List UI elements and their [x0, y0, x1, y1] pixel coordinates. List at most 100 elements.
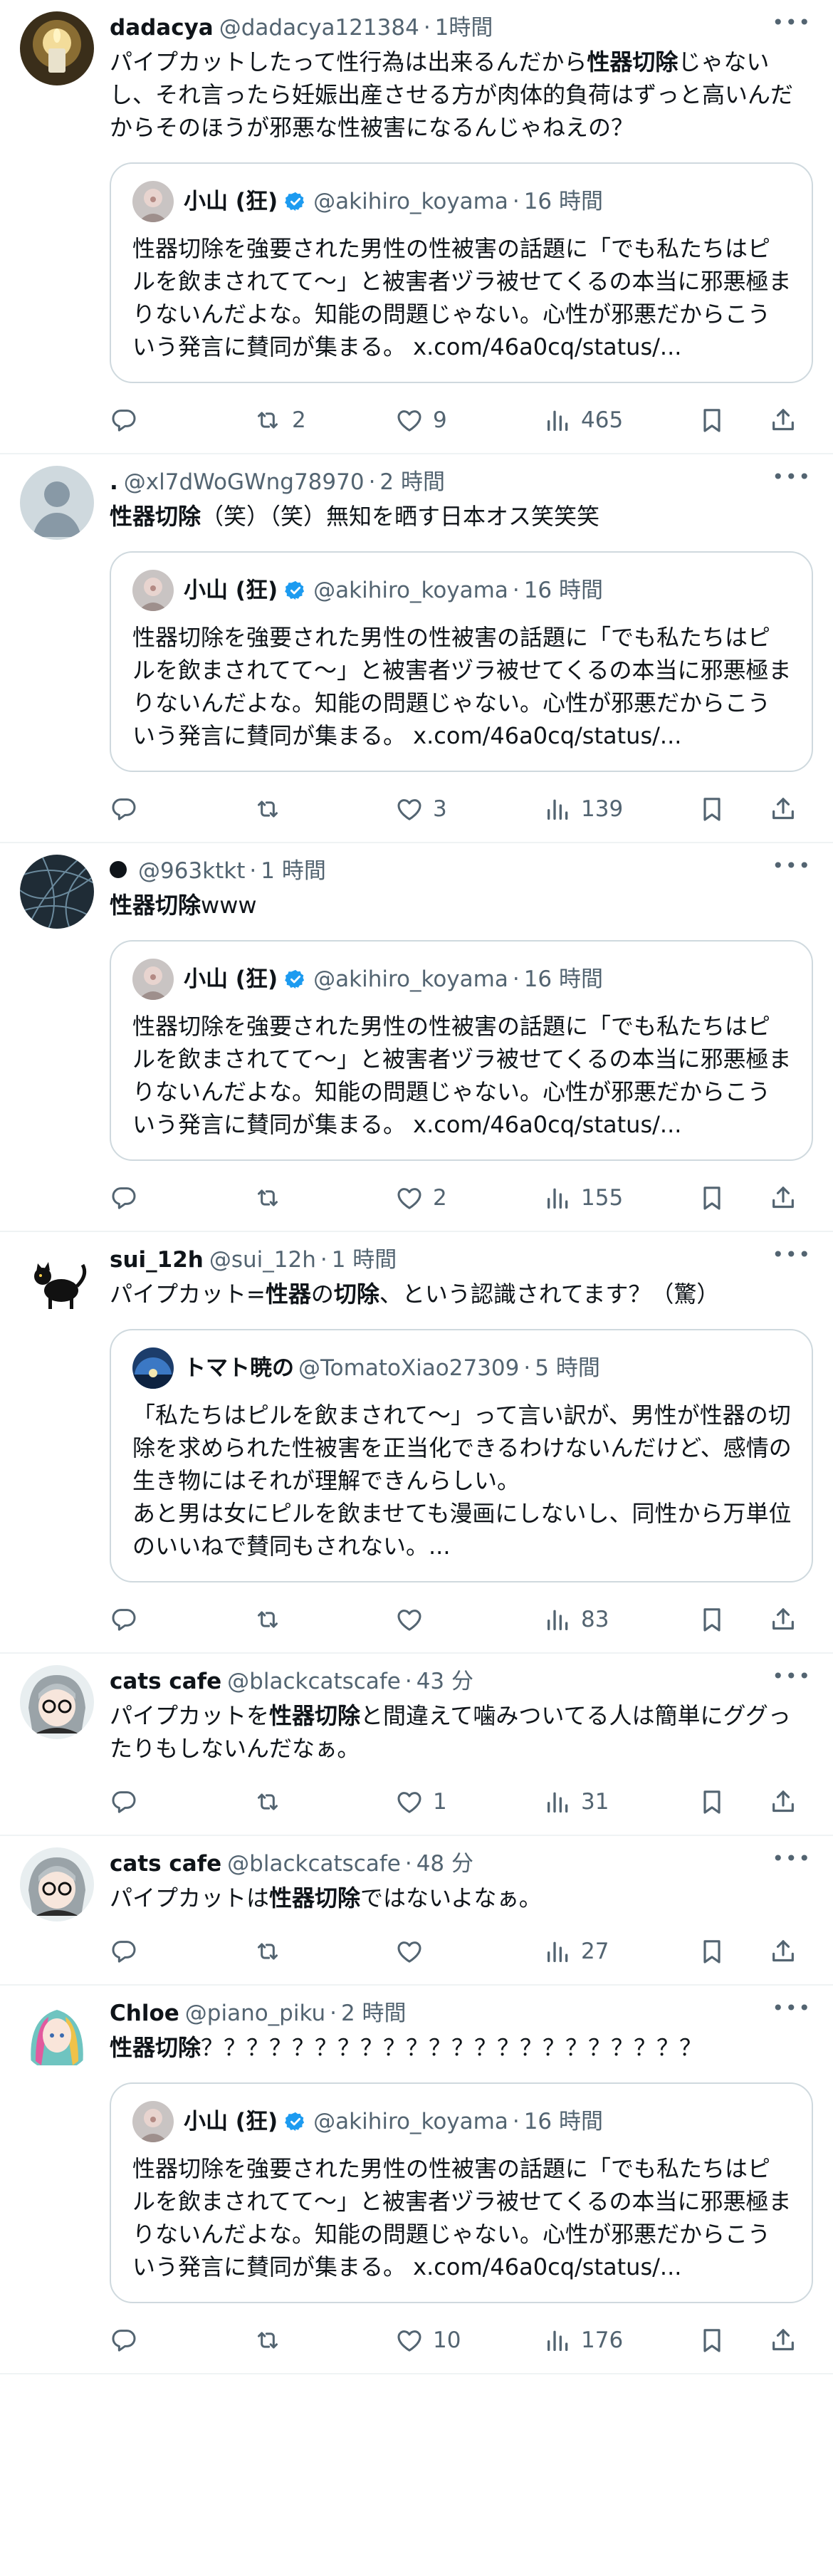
like-button[interactable]: 1	[394, 1788, 544, 1816]
display-name[interactable]: dadacya	[110, 11, 214, 44]
display-name[interactable]: cats cafe	[110, 1847, 221, 1880]
display-name[interactable]: sui_12h	[110, 1243, 204, 1276]
reply-button[interactable]	[110, 1937, 252, 1966]
text-segment: パイプカットは	[110, 1884, 270, 1912]
quoted-timestamp: 5 時間	[535, 1355, 600, 1381]
display-name[interactable]: .	[110, 466, 118, 499]
more-options-icon[interactable]: •••	[772, 467, 812, 487]
reply-button[interactable]	[110, 2326, 252, 2355]
user-handle[interactable]: @963ktkt	[138, 855, 245, 887]
timestamp[interactable]: 2 時間	[341, 1997, 407, 2030]
tweet[interactable]: ••• cats cafe @blackcatscafe · 43 分 パイプカ…	[0, 1654, 833, 1836]
like-button[interactable]	[394, 1937, 544, 1966]
bookmark-button[interactable]	[698, 1184, 769, 1212]
anime-avatar[interactable]	[20, 1847, 94, 1921]
like-button[interactable]	[394, 1605, 544, 1634]
timestamp[interactable]: 1 時間	[332, 1243, 397, 1276]
more-options-icon[interactable]: •••	[772, 1245, 812, 1265]
quoted-tweet-header: 小山 (狂) @akihiro_koyama · 16 時間	[132, 181, 792, 222]
bookmark-button[interactable]	[698, 1937, 769, 1966]
default-avatar[interactable]	[20, 466, 94, 540]
reply-button[interactable]	[110, 406, 252, 434]
bookmark-button[interactable]	[698, 1788, 769, 1816]
repost-button[interactable]	[252, 2326, 394, 2355]
timestamp[interactable]: 48 分	[416, 1847, 473, 1880]
user-handle[interactable]: @dadacya121384	[219, 11, 419, 44]
share-button[interactable]	[769, 1184, 812, 1212]
timestamp[interactable]: 1時間	[435, 11, 493, 44]
repost-button[interactable]	[252, 1184, 394, 1212]
quoted-tweet[interactable]: 小山 (狂) @akihiro_koyama · 16 時間 性器切除を強要され…	[110, 162, 813, 383]
bookmark-button[interactable]	[698, 406, 769, 434]
views-button[interactable]: 155	[544, 1184, 698, 1212]
share-button[interactable]	[769, 1937, 812, 1966]
bookmark-button[interactable]	[698, 2326, 769, 2355]
views-button[interactable]: 176	[544, 2326, 698, 2355]
repost-button[interactable]	[252, 1605, 394, 1634]
bookmark-button[interactable]	[698, 1605, 769, 1634]
user-handle[interactable]: @xl7dWoGWng78970	[124, 466, 365, 499]
tweet[interactable]: ••• cats cafe @blackcatscafe · 48 分 パイプカ…	[0, 1836, 833, 1986]
repost-count: 2	[292, 407, 306, 433]
timestamp[interactable]: 43 分	[416, 1665, 473, 1698]
more-options-icon[interactable]: •••	[772, 1998, 812, 2018]
like-count: 3	[433, 796, 447, 822]
tweet[interactable]: ••• @963ktkt · 1 時間 性器切除www 小山 (狂) @akih…	[0, 843, 833, 1232]
views-button[interactable]: 139	[544, 795, 698, 823]
views-button[interactable]: 83	[544, 1605, 698, 1634]
chloe-avatar[interactable]	[20, 1997, 94, 2071]
views-button[interactable]: 27	[544, 1937, 698, 1966]
heart-icon	[394, 795, 424, 823]
user-handle[interactable]: @piano_piku	[185, 1997, 325, 2030]
display-name[interactable]: Chloe	[110, 1997, 179, 2030]
reply-button[interactable]	[110, 795, 252, 823]
user-handle[interactable]: @sui_12h	[209, 1243, 316, 1276]
share-button[interactable]	[769, 406, 812, 434]
user-handle[interactable]: @blackcatscafe	[227, 1847, 401, 1880]
tweet[interactable]: ••• sui_12h @sui_12h · 1 時間 パイプカット=性器の切除…	[0, 1232, 833, 1654]
more-options-icon[interactable]: •••	[772, 856, 812, 876]
cat-avatar[interactable]	[20, 1243, 94, 1318]
wire-avatar[interactable]	[20, 855, 94, 929]
more-options-icon[interactable]: •••	[772, 1849, 812, 1869]
share-button[interactable]	[769, 2326, 812, 2355]
quoted-tweet[interactable]: トマト暁の @TomatoXiao27309 · 5 時間 「私たちはピルを飲ま…	[110, 1329, 813, 1582]
more-options-icon[interactable]: •••	[772, 13, 812, 33]
more-options-icon[interactable]: •••	[772, 1667, 812, 1686]
tweet[interactable]: ••• Chloe @piano_piku · 2 時間 性器切除？？？？？？？…	[0, 1986, 833, 2374]
repost-button[interactable]: 2	[252, 406, 394, 434]
quoted-tweet[interactable]: 小山 (狂) @akihiro_koyama · 16 時間 性器切除を強要され…	[110, 551, 813, 772]
repost-button[interactable]	[252, 795, 394, 823]
candle-avatar[interactable]	[20, 11, 94, 85]
share-icon	[769, 2326, 797, 2355]
reply-button[interactable]	[110, 1605, 252, 1634]
tweet[interactable]: ••• dadacya @dadacya121384 · 1時間 パイプカットし…	[0, 0, 833, 454]
separator-dot: ·	[404, 1851, 412, 1877]
share-button[interactable]	[769, 1788, 812, 1816]
like-button[interactable]: 2	[394, 1184, 544, 1212]
tweet[interactable]: ••• . @xl7dWoGWng78970 · 2 時間 性器切除（笑）（笑）…	[0, 454, 833, 843]
views-button[interactable]: 31	[544, 1788, 698, 1816]
repost-button[interactable]	[252, 1788, 394, 1816]
like-button[interactable]: 9	[394, 406, 544, 434]
bar-chart-icon	[544, 1605, 572, 1634]
like-button[interactable]: 10	[394, 2326, 544, 2355]
reply-button[interactable]	[110, 1184, 252, 1212]
timestamp[interactable]: 1 時間	[261, 855, 326, 887]
like-button[interactable]: 3	[394, 795, 544, 823]
views-button[interactable]: 465	[544, 406, 698, 434]
quoted-tweet[interactable]: 小山 (狂) @akihiro_koyama · 16 時間 性器切除を強要され…	[110, 2082, 813, 2303]
anime-avatar[interactable]	[20, 1665, 94, 1739]
bookmark-icon	[698, 1788, 726, 1816]
bookmark-button[interactable]	[698, 795, 769, 823]
repost-button[interactable]	[252, 1937, 394, 1966]
timestamp[interactable]: 2 時間	[379, 466, 445, 499]
tweet-header: @963ktkt · 1 時間	[110, 855, 813, 887]
quoted-tweet-header: トマト暁の @TomatoXiao27309 · 5 時間	[132, 1347, 792, 1389]
user-handle[interactable]: @blackcatscafe	[227, 1665, 401, 1698]
share-button[interactable]	[769, 795, 812, 823]
reply-button[interactable]	[110, 1788, 252, 1816]
share-button[interactable]	[769, 1605, 812, 1634]
display-name[interactable]: cats cafe	[110, 1665, 221, 1698]
quoted-tweet[interactable]: 小山 (狂) @akihiro_koyama · 16 時間 性器切除を強要され…	[110, 940, 813, 1161]
